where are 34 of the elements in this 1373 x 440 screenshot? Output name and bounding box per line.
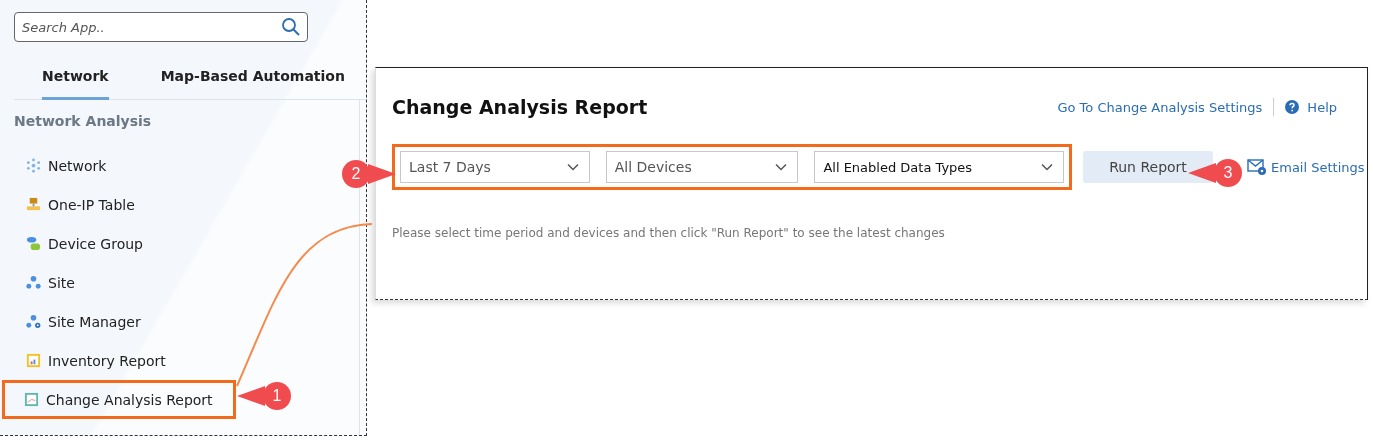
run-report-button[interactable]: Run Report bbox=[1083, 151, 1213, 183]
dropdown[interactable]: All Devices bbox=[605, 151, 799, 183]
section-title: Network Analysis bbox=[14, 113, 153, 129]
search-field[interactable]: Search App.. bbox=[14, 12, 308, 42]
report-icon bbox=[24, 392, 39, 407]
chevron-down-icon bbox=[566, 163, 579, 171]
help-link[interactable]: Help bbox=[1307, 99, 1337, 115]
chevron-down-icon bbox=[1041, 163, 1053, 171]
dropdown[interactable]: All Enabled Data Types bbox=[814, 151, 1064, 183]
network-icon bbox=[26, 158, 41, 173]
settings-link[interactable]: Go To Change Analysis Settings bbox=[1057, 99, 1263, 115]
email-settings-link[interactable]: Email Settings bbox=[1271, 159, 1365, 175]
sidebar-item[interactable]: Site bbox=[2, 263, 236, 302]
help-icon bbox=[1285, 100, 1300, 114]
sidebar-item[interactable]: Change Analysis Report bbox=[2, 380, 236, 419]
sidebar-item[interactable]: Device Group bbox=[2, 224, 236, 263]
ip-table-icon bbox=[26, 197, 41, 212]
sidebar-item[interactable]: One-IP Table bbox=[2, 185, 236, 224]
sidebar-item[interactable]: Inventory Report bbox=[2, 341, 236, 380]
dropdown[interactable]: Last 7 Days bbox=[400, 151, 590, 183]
tab[interactable]: Network bbox=[42, 63, 109, 100]
tab[interactable]: Map-Based Automation bbox=[160, 63, 345, 100]
report-icon bbox=[26, 353, 41, 368]
step-callout: 1 bbox=[237, 380, 291, 412]
sidebar-item[interactable]: Network bbox=[2, 146, 236, 185]
instruction-text: Please select time period and devices and then click "Run Report" to see the latest changes bbox=[392, 226, 946, 240]
database-icon bbox=[26, 236, 41, 251]
chevron-down-icon bbox=[775, 163, 788, 171]
page-title: Change Analysis Report bbox=[392, 96, 648, 118]
search-icon[interactable] bbox=[281, 17, 301, 37]
mail-gear-icon bbox=[1247, 158, 1267, 176]
cloud-gear-icon bbox=[26, 314, 41, 329]
sidebar-item[interactable]: Site Manager bbox=[2, 302, 236, 341]
cloud-nodes-icon bbox=[26, 275, 41, 290]
